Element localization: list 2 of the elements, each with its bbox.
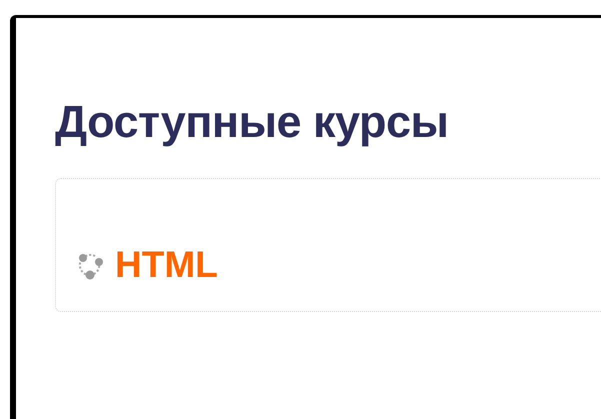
course-link[interactable]: HTML [115,243,218,287]
page-heading: Доступные курсы [55,95,450,149]
